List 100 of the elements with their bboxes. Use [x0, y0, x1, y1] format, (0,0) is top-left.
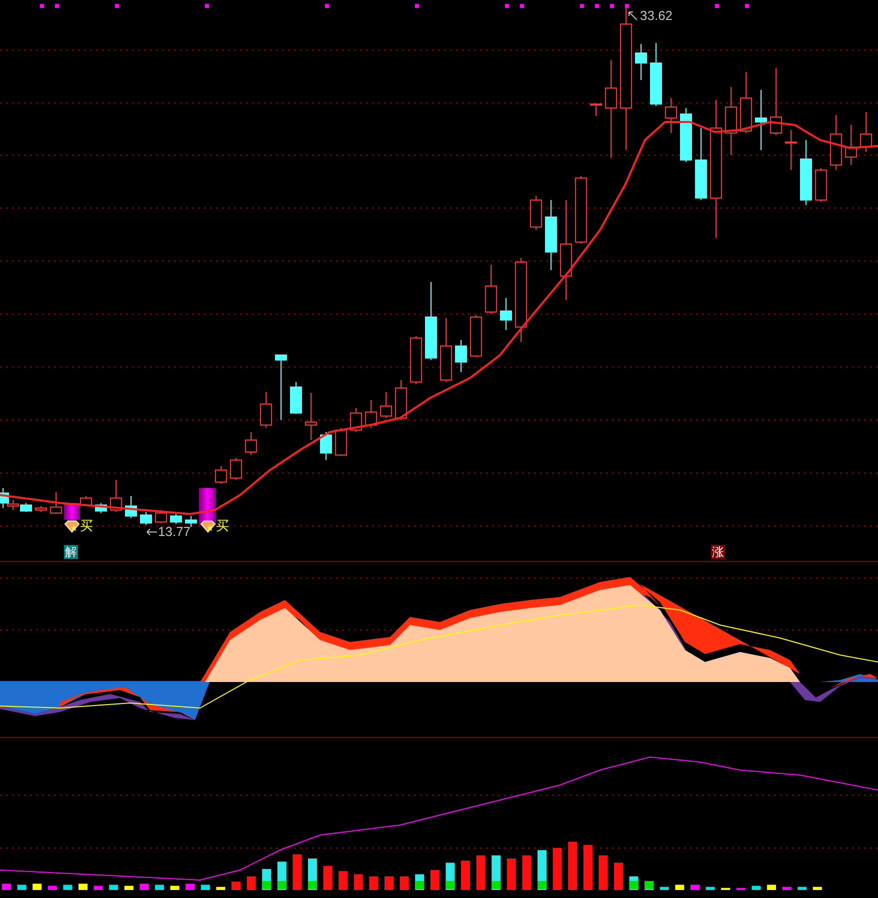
candlestick: [50, 492, 62, 514]
histogram-bar: [400, 876, 409, 890]
arrow-icon: [146, 528, 158, 536]
candlestick: [770, 68, 782, 136]
candlestick: [380, 392, 392, 418]
histogram-bar: [660, 886, 669, 890]
arrow-icon: [628, 10, 638, 20]
histogram-bar: [354, 874, 363, 890]
candlestick: [290, 382, 302, 414]
candlestick: [845, 124, 857, 166]
histogram-bar: [476, 855, 486, 890]
histogram-bar: [109, 884, 118, 890]
candlestick: [365, 400, 377, 428]
histogram-bar: [2, 884, 11, 890]
candlestick: [485, 264, 497, 314]
histogram-bar: [506, 858, 516, 890]
candlestick: [860, 112, 872, 152]
histogram-bar: [308, 858, 317, 890]
histogram-bar: [568, 842, 578, 890]
histogram-bar: [706, 886, 715, 890]
histogram-bar: [32, 884, 42, 890]
histogram-bar: [246, 876, 256, 890]
histogram-bar: [63, 884, 72, 890]
diamond-icon: [64, 520, 80, 533]
candlestick: [725, 86, 737, 156]
candlestick: [665, 98, 677, 134]
candlestick: [320, 432, 332, 460]
candlestick: [545, 200, 557, 270]
histogram-bar: [323, 866, 332, 890]
candlestick: [395, 380, 407, 420]
histogram-bar: [782, 886, 792, 890]
candlestick: [95, 502, 107, 514]
histogram-bar: [384, 876, 394, 890]
histogram-bar: [522, 855, 532, 890]
candlestick: [80, 496, 92, 506]
histogram-bar: [17, 884, 26, 890]
histogram-bar: [492, 855, 501, 890]
candlestick: [785, 130, 797, 170]
candlestick: [170, 514, 182, 524]
histogram-bar: [446, 862, 455, 890]
low-price-label: 13.77: [158, 525, 191, 538]
candlestick: [410, 336, 422, 384]
histogram-bar: [690, 884, 700, 890]
candlestick: [215, 466, 227, 484]
candlestick: [530, 196, 542, 230]
histogram-bar: [216, 886, 226, 890]
candlestick: [590, 104, 602, 116]
signal-marker: 解: [64, 545, 78, 559]
histogram-bar: [461, 860, 470, 890]
histogram-bar: [232, 882, 240, 890]
histogram-bar: [277, 862, 286, 890]
candlestick: [635, 44, 647, 80]
candlestick: [245, 432, 257, 456]
candlestick: [260, 392, 272, 428]
histogram-bar: [48, 886, 57, 890]
histogram-bar: [721, 888, 730, 890]
candlestick: [755, 90, 767, 150]
histogram-bar: [369, 876, 378, 890]
histogram-bar: [644, 881, 654, 890]
histogram-bar: [798, 886, 807, 890]
histogram-bar: [675, 884, 684, 890]
histogram-bar: [598, 855, 608, 890]
histogram-bar: [415, 874, 424, 890]
candlestick: [740, 72, 752, 134]
histogram-bar: [338, 871, 348, 890]
histogram-bar: [767, 884, 776, 890]
signal-marker: 涨: [711, 545, 725, 559]
candlestick: [650, 42, 662, 106]
histogram-bar: [78, 884, 88, 890]
candlestick: [335, 428, 347, 456]
candlestick: [830, 114, 842, 170]
histogram-bar: [262, 869, 272, 890]
histogram-bar: [552, 848, 562, 890]
histogram-bar: [140, 884, 149, 890]
diamond-icon: [200, 520, 216, 533]
histogram-bar: [155, 884, 164, 890]
candlestick: [155, 510, 167, 524]
histogram-bar: [292, 854, 302, 890]
candlestick: [815, 168, 827, 202]
histogram-bar: [94, 886, 103, 890]
histogram-bar: [186, 884, 195, 890]
candlestick: [35, 506, 47, 512]
candlestick: [800, 140, 812, 206]
candlestick: [305, 392, 317, 440]
candlestick: [20, 502, 32, 512]
candlestick: [125, 496, 137, 518]
candlestick: [140, 512, 152, 526]
buy-signal-label: 买: [80, 520, 93, 533]
histogram-bar: [629, 876, 638, 890]
histogram-bar: [583, 844, 592, 890]
candlestick: [110, 480, 122, 512]
candlestick: [185, 516, 197, 528]
candlestick: [350, 408, 362, 432]
candlestick: [440, 318, 452, 382]
candlestick: [455, 340, 467, 372]
histogram-bar: [736, 888, 746, 890]
histogram-bar: [124, 886, 134, 890]
high-price-label: 33.62: [640, 9, 673, 22]
candlestick: [680, 108, 692, 162]
candlestick: [230, 458, 242, 480]
